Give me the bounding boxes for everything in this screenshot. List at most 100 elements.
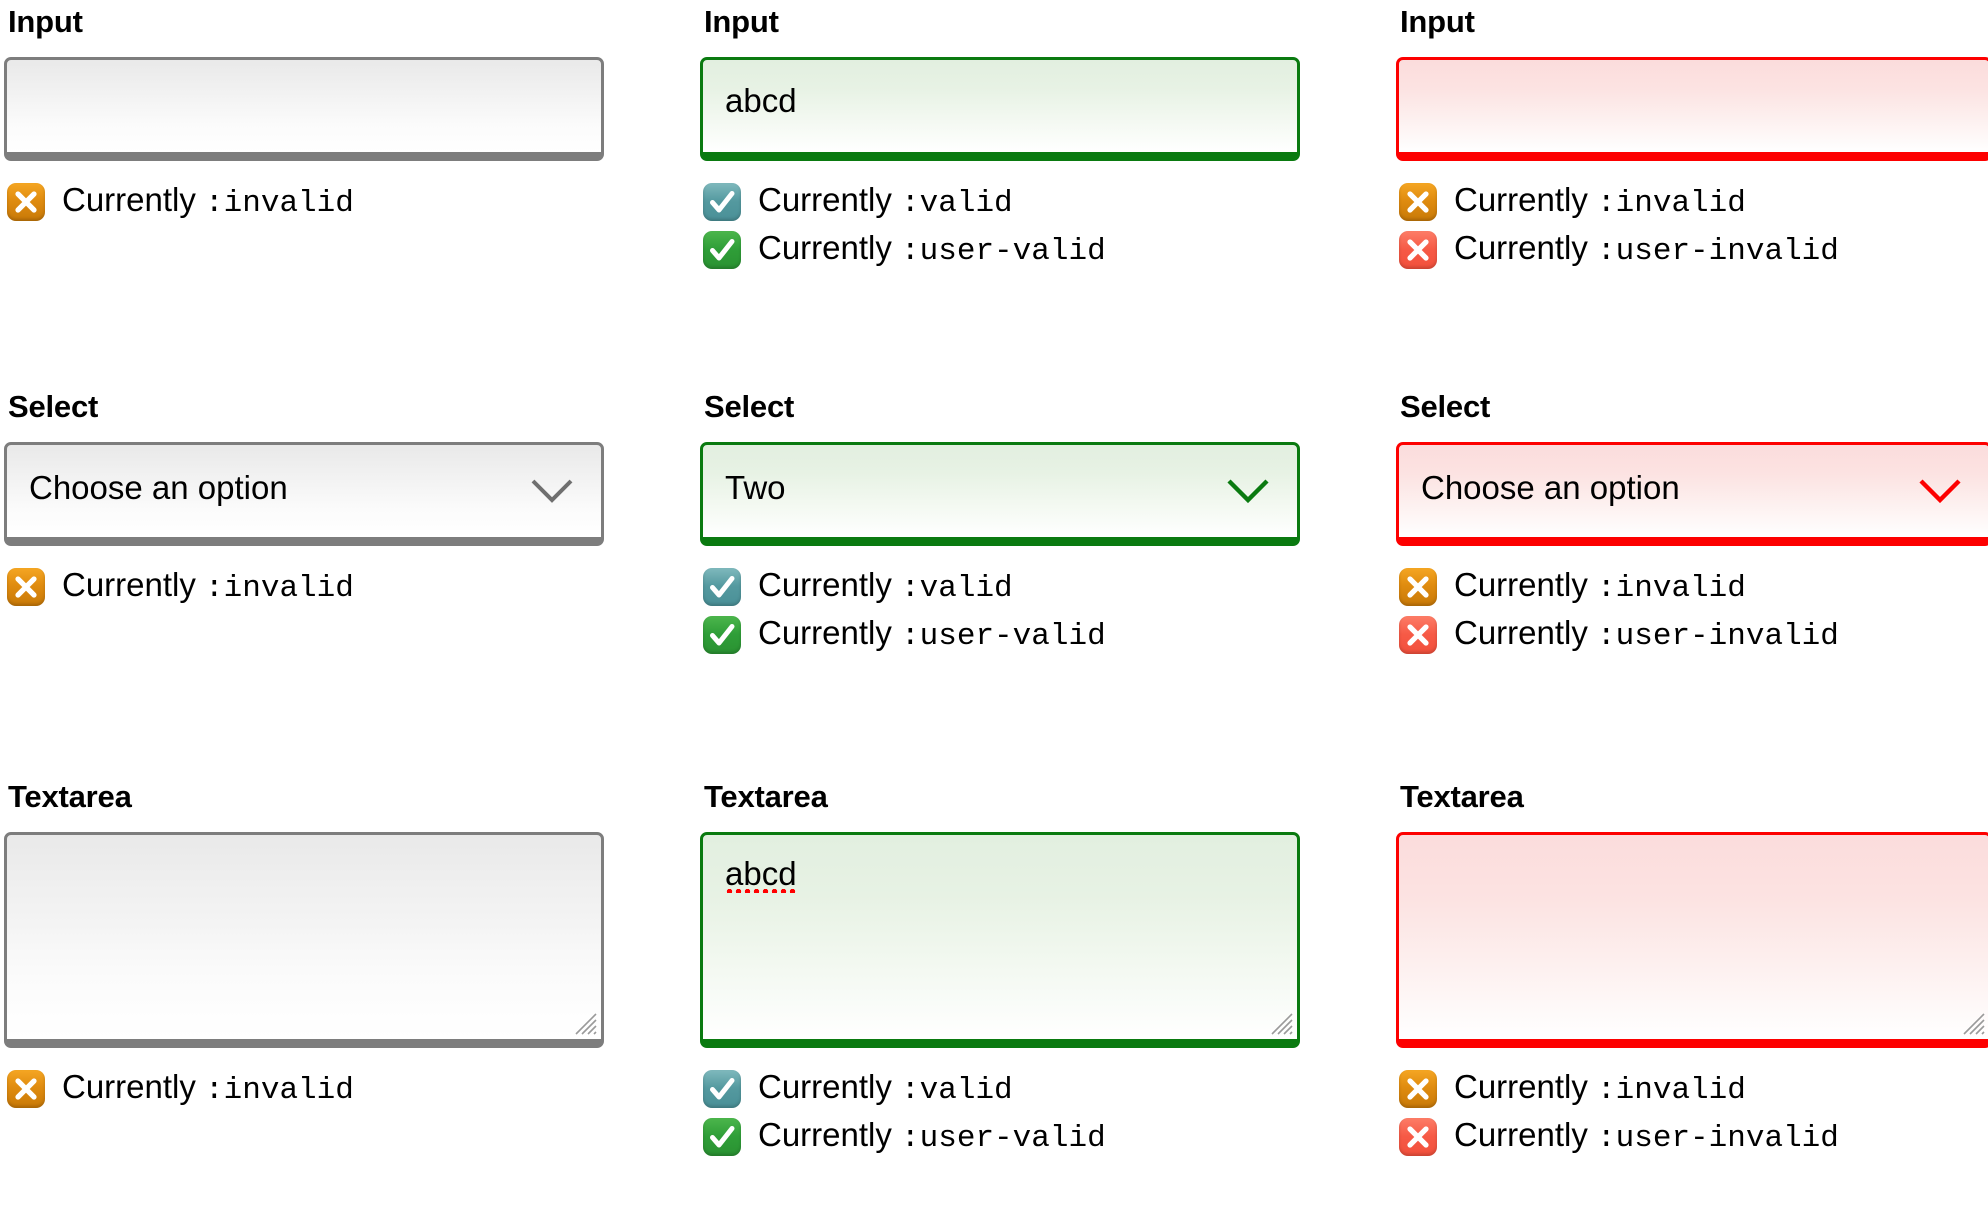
status-prefix: Currently	[758, 614, 902, 651]
status-row: Currently :invalid	[7, 179, 604, 225]
cross-mark-orange-icon	[1399, 1070, 1437, 1108]
cell-input-invalid: Input Currently :invalid Currently :user…	[1396, 4, 1988, 389]
chevron-down-icon[interactable]	[529, 475, 575, 505]
select-neutral-value: Choose an option	[29, 469, 288, 506]
status-pseudo: :invalid	[205, 1073, 354, 1108]
cross-mark-orange-icon	[7, 183, 45, 221]
textarea-invalid[interactable]	[1396, 832, 1988, 1048]
status-text: Currently :valid	[758, 566, 1013, 608]
status-text: Currently :invalid	[1454, 181, 1746, 223]
status-row: Currently :invalid	[1399, 179, 1988, 225]
textarea-valid[interactable]: abcd	[700, 832, 1300, 1048]
status-row: Currently :invalid	[7, 1066, 604, 1112]
label-input-neutral: Input	[8, 4, 83, 39]
check-mark-teal-icon	[703, 183, 741, 221]
status-row: Currently :user-valid	[703, 1114, 1300, 1160]
status-pseudo: :invalid	[205, 186, 354, 221]
status-pseudo: :user-invalid	[1597, 234, 1839, 269]
status-list-select-invalid: Currently :invalid Currently :user-inval…	[1399, 564, 1988, 658]
textarea-valid-value: abcd	[725, 855, 797, 893]
check-mark-teal-icon	[703, 1070, 741, 1108]
status-text: Currently :user-invalid	[1454, 1116, 1839, 1158]
label-input-valid: Input	[704, 4, 779, 39]
status-pseudo: :invalid	[205, 571, 354, 606]
select-valid-value: Two	[725, 469, 786, 506]
column-gap	[1300, 4, 1396, 389]
select-neutral[interactable]: Choose an option	[4, 442, 604, 546]
cell-input-neutral: Input Currently :invalid	[4, 4, 604, 389]
status-prefix: Currently	[758, 1068, 902, 1105]
textarea-neutral[interactable]	[4, 832, 604, 1048]
label-select-valid: Select	[704, 389, 795, 424]
cell-textarea-invalid: Textarea Currently :invalid Currently :u	[1396, 779, 1988, 1223]
status-text: Currently :user-invalid	[1454, 614, 1839, 656]
label-textarea-invalid: Textarea	[1400, 779, 1524, 814]
cross-mark-red-icon	[1399, 231, 1437, 269]
column-gap	[604, 389, 700, 779]
status-list-input-invalid: Currently :invalid Currently :user-inval…	[1399, 179, 1988, 273]
status-pseudo: :valid	[901, 571, 1013, 606]
status-text: Currently :invalid	[1454, 566, 1746, 608]
status-text: Currently :invalid	[1454, 1068, 1746, 1110]
status-row: Currently :invalid	[7, 564, 604, 610]
status-list-input-valid: Currently :valid Currently :user-valid	[703, 179, 1300, 273]
status-row: Currently :user-valid	[703, 612, 1300, 658]
status-text: Currently :invalid	[62, 566, 354, 608]
status-pseudo: :invalid	[1597, 571, 1746, 606]
cross-mark-orange-icon	[1399, 568, 1437, 606]
status-row: Currently :user-invalid	[1399, 612, 1988, 658]
status-pseudo: :valid	[901, 1073, 1013, 1108]
status-prefix: Currently	[62, 566, 206, 603]
status-text: Currently :user-invalid	[1454, 229, 1839, 271]
status-text: Currently :invalid	[62, 1068, 354, 1110]
status-pseudo: :user-valid	[901, 1121, 1106, 1156]
status-prefix: Currently	[1454, 1068, 1598, 1105]
resize-handle-icon[interactable]	[1960, 1010, 1986, 1036]
cell-input-valid: Input abcd Currently :valid Currently :u…	[700, 4, 1300, 389]
input-valid[interactable]: abcd	[700, 57, 1300, 161]
resize-handle-icon[interactable]	[1268, 1010, 1294, 1036]
column-gap	[604, 4, 700, 389]
label-select-neutral: Select	[8, 389, 99, 424]
label-input-invalid: Input	[1400, 4, 1475, 39]
status-prefix: Currently	[758, 1116, 902, 1153]
input-neutral[interactable]	[4, 57, 604, 161]
status-prefix: Currently	[1454, 1116, 1598, 1153]
cell-select-invalid: Select Choose an option Currently :inval…	[1396, 389, 1988, 779]
status-list-select-valid: Currently :valid Currently :user-valid	[703, 564, 1300, 658]
cross-mark-orange-icon	[1399, 183, 1437, 221]
status-prefix: Currently	[62, 1068, 206, 1105]
status-row: Currently :invalid	[1399, 564, 1988, 610]
status-text: Currently :user-valid	[758, 229, 1106, 271]
status-row: Currently :valid	[703, 1066, 1300, 1112]
input-valid-value: abcd	[725, 82, 797, 119]
select-invalid-value: Choose an option	[1421, 469, 1680, 506]
column-gap	[604, 779, 700, 1223]
chevron-down-icon[interactable]	[1917, 475, 1963, 505]
status-list-textarea-neutral: Currently :invalid	[7, 1066, 604, 1112]
resize-handle-icon[interactable]	[572, 1010, 598, 1036]
check-mark-green-icon	[703, 616, 741, 654]
status-row: Currently :valid	[703, 564, 1300, 610]
check-mark-teal-icon	[703, 568, 741, 606]
status-text: Currently :user-valid	[758, 1116, 1106, 1158]
check-mark-green-icon	[703, 1118, 741, 1156]
status-prefix: Currently	[1454, 566, 1598, 603]
select-invalid[interactable]: Choose an option	[1396, 442, 1988, 546]
status-text: Currently :valid	[758, 1068, 1013, 1110]
status-text: Currently :valid	[758, 181, 1013, 223]
cross-mark-orange-icon	[7, 1070, 45, 1108]
status-prefix: Currently	[62, 181, 206, 218]
status-row: Currently :user-invalid	[1399, 1114, 1988, 1160]
chevron-down-icon[interactable]	[1225, 475, 1271, 505]
status-row: Currently :user-valid	[703, 227, 1300, 273]
column-gap	[1300, 389, 1396, 779]
status-prefix: Currently	[1454, 181, 1598, 218]
status-pseudo: :user-valid	[901, 619, 1106, 654]
status-pseudo: :invalid	[1597, 186, 1746, 221]
label-textarea-neutral: Textarea	[8, 779, 132, 814]
input-invalid[interactable]	[1396, 57, 1988, 161]
cell-select-valid: Select Two Currently :valid Currently :u…	[700, 389, 1300, 779]
status-text: Currently :user-valid	[758, 614, 1106, 656]
select-valid[interactable]: Two	[700, 442, 1300, 546]
